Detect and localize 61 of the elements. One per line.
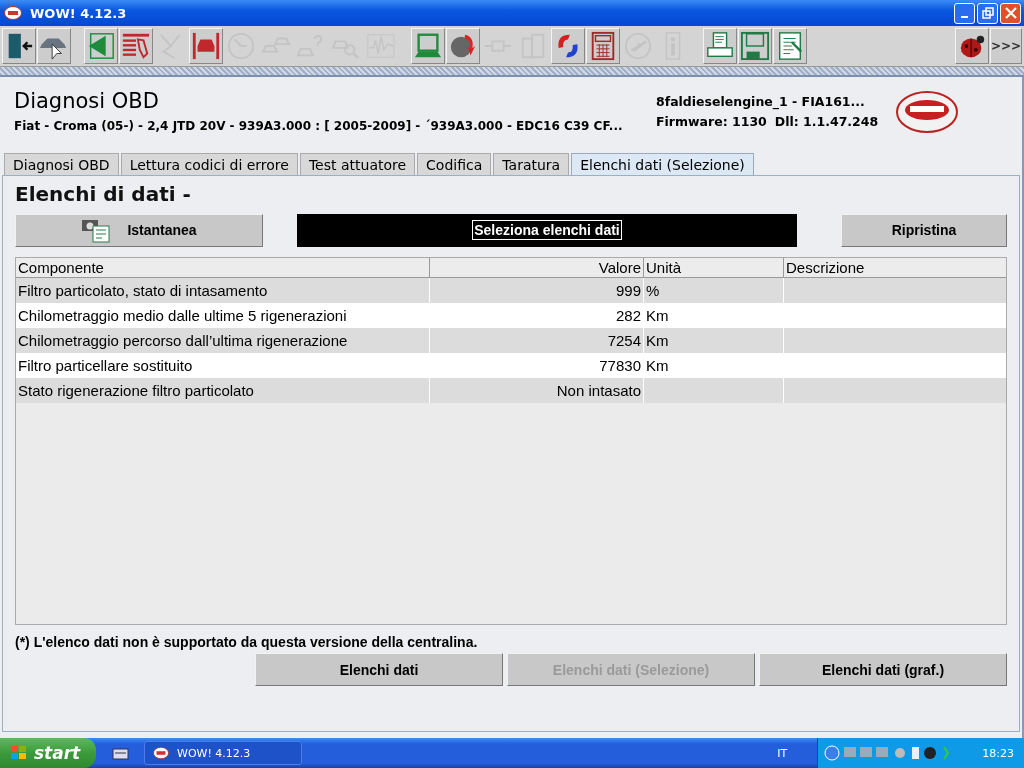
document-icon[interactable] — [773, 28, 807, 64]
language-indicator[interactable]: IT — [777, 746, 788, 760]
laptop-icon[interactable] — [411, 28, 445, 64]
dll-version: Dll: 1.1.47.248 — [774, 113, 879, 131]
desktop-icon[interactable] — [112, 745, 130, 761]
clock: 18:23 — [982, 746, 1014, 760]
reset-button[interactable]: Ripristina — [841, 213, 1007, 247]
calculator-icon[interactable] — [586, 28, 620, 64]
tab[interactable]: Test attuatore — [299, 153, 416, 175]
ladybug-icon[interactable] — [955, 28, 989, 64]
restore-icon — [981, 7, 994, 19]
printer-icon[interactable] — [703, 28, 737, 64]
window-title: WOW! 4.12.3 — [30, 5, 127, 21]
table-cell: 999 — [615, 282, 641, 299]
tab[interactable]: Elenchi dati (Selezione) — [571, 153, 754, 175]
table-cell: Filtro particolato, stato di intasamento — [18, 282, 268, 299]
table-cell: % — [646, 282, 660, 299]
snapshot-button[interactable]: Istantanea — [15, 213, 263, 247]
close-icon — [1004, 7, 1017, 19]
tab[interactable]: Lettura codici di errore — [120, 153, 298, 175]
table-cell: Km — [646, 332, 669, 349]
app-logo-icon — [4, 6, 22, 20]
data-list-button[interactable]: Elenchi dati (graf.) — [759, 653, 1007, 686]
globe-icon[interactable] — [446, 28, 480, 64]
sync-icon[interactable] — [551, 28, 585, 64]
windows-logo-icon — [10, 745, 28, 761]
app-logo-icon — [153, 746, 169, 760]
table-cell: Filtro particellare sostituito — [18, 357, 193, 374]
exit-door-icon[interactable] — [2, 28, 36, 64]
table-cell: Chilometraggio medio dalle ultime 5 rigenerazioni — [18, 307, 347, 324]
minimize-icon — [961, 16, 968, 18]
tab[interactable]: Diagnosi OBD — [4, 153, 119, 175]
taskbar-button[interactable]: WOW! 4.12.3 — [144, 741, 302, 765]
table-cell: Km — [646, 307, 669, 324]
table-cell: 77830 — [599, 357, 641, 374]
device-name: 8faldieselengine_1 - FIA161... — [656, 93, 866, 112]
save-icon[interactable] — [738, 28, 772, 64]
page-title: Diagnosi OBD — [14, 89, 160, 113]
table-cell: Stato rigenerazione filtro particolato — [18, 382, 254, 399]
more-button[interactable]: >>> — [990, 28, 1022, 64]
table-cell: Non intasato — [556, 382, 641, 399]
start-button[interactable]: start — [0, 738, 96, 768]
table-cell: 7254 — [607, 332, 641, 349]
table-cell: Chilometraggio percorso dall’ultima rigenerazione — [18, 332, 348, 349]
footnote: (*) L'elenco dati non è supportato da questa versione della centralina. — [15, 634, 479, 650]
table-cell: Km — [646, 357, 669, 374]
tab[interactable]: Taratura — [493, 153, 570, 175]
select-data-lists-button[interactable]: Seleziona elenchi dati — [472, 220, 622, 240]
firmware-version: Firmware: 1130 — [656, 113, 767, 131]
list-icon[interactable] — [119, 28, 153, 64]
minimize-button[interactable] — [954, 2, 975, 24]
close-button[interactable] — [1000, 2, 1021, 24]
table-cell: 282 — [615, 307, 641, 324]
data-list-button[interactable]: Elenchi dati — [255, 653, 503, 686]
tab[interactable]: Codifica — [417, 153, 492, 175]
section-title: Elenchi di dati - — [15, 182, 192, 208]
logo-icon — [896, 91, 958, 133]
restore-button[interactable] — [977, 2, 998, 24]
car-pointer-icon[interactable] — [37, 28, 71, 64]
vehicle-info: Fiat - Croma (05-) - 2,4 JTD 20V - 939A3.000 : [ 2005-2009] - ´939A3.000 - EDC16 C39 CF... — [14, 119, 624, 133]
car-lift-icon[interactable] — [189, 28, 223, 64]
